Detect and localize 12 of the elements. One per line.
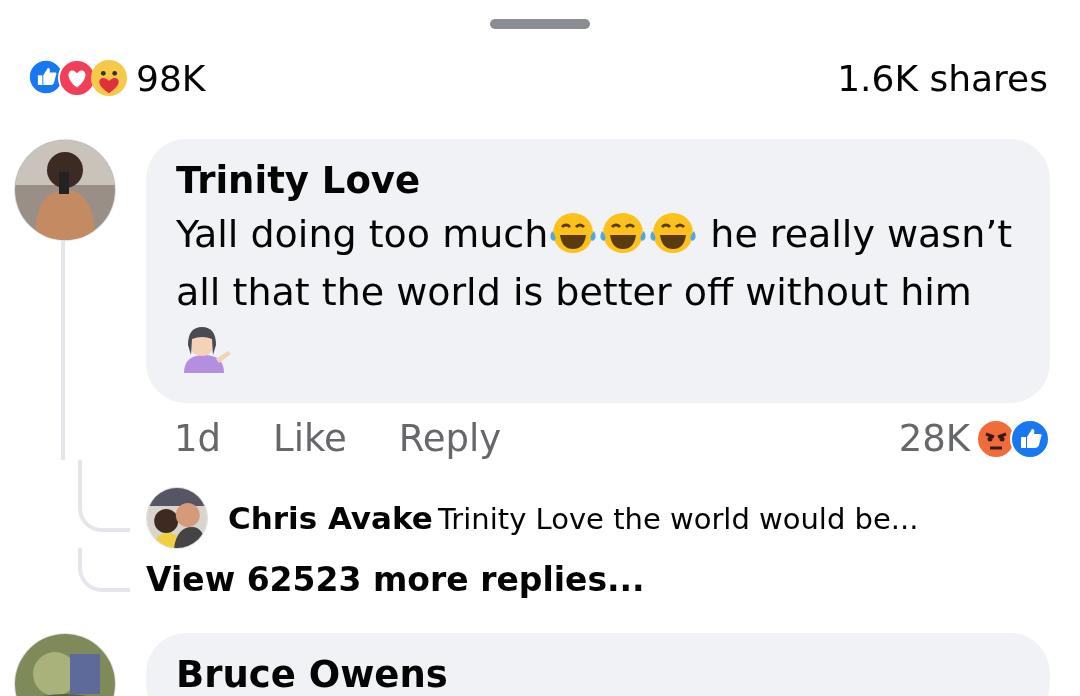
reply-author[interactable]: Chris Avake — [228, 500, 433, 536]
comment-text: Yall doing too much he really wasn’t all that the world is better off without him — [176, 205, 1020, 379]
comment-time: 1d — [174, 417, 222, 460]
author-name[interactable]: Bruce Owens — [176, 651, 1020, 696]
like-link[interactable]: Like — [273, 417, 347, 460]
share-count[interactable]: 1.6K shares — [837, 57, 1048, 99]
reply-text[interactable]: Trinity Love the world would be... — [437, 502, 919, 536]
reaction-count[interactable]: 98K — [136, 57, 206, 99]
reaction-count[interactable]: 28K — [898, 417, 970, 460]
reply-link[interactable]: Reply — [398, 417, 502, 460]
author-name[interactable]: Trinity Love — [176, 157, 1020, 205]
view-more-replies-link[interactable]: View 62523 more replies... — [146, 552, 1080, 599]
